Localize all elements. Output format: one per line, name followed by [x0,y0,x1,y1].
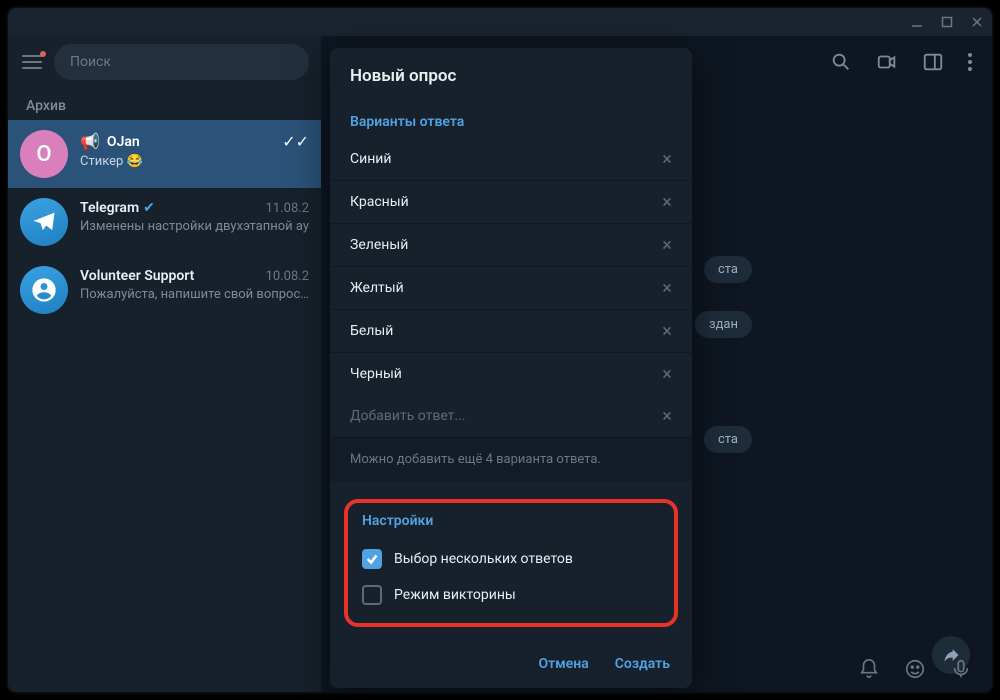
notifications-icon[interactable] [858,658,880,680]
verified-icon: ✔ [143,200,155,216]
add-option-row[interactable]: Добавить ответ... × [330,395,692,438]
chat-date: 10.08.2 [266,269,309,284]
chat-preview: Пожалуйста, напишите свой вопрос н [80,287,309,302]
emoji-icon[interactable] [904,658,926,680]
close-icon[interactable]: × [656,320,678,342]
chat-name: Volunteer Support [80,268,194,284]
avatar [20,266,68,314]
option-row[interactable]: Синий× [330,138,692,181]
settings-header: Настройки [352,505,670,537]
option-text: Синий [350,151,656,167]
chat-item-telegram[interactable]: Telegram ✔ 11.08.2 Изменены настройки дв… [8,188,321,256]
option-text: Красный [350,194,656,210]
option-text: Черный [350,366,656,382]
chat-item-support[interactable]: Volunteer Support 10.08.2 Пожалуйста, на… [8,256,321,324]
chat-preview: Стикер 😂 [80,154,309,169]
close-button[interactable] [970,15,984,29]
option-row[interactable]: Желтый× [330,267,692,310]
chat-preview: Изменены настройки двухэтапной ау [80,219,309,234]
option-row[interactable]: Черный× [330,353,692,395]
archive-label[interactable]: Архив [8,88,321,120]
option-text: Желтый [350,280,656,296]
sidebar: Поиск Архив O 📢 OJan ✓✓ Стикер 😂 Telegra… [8,36,321,692]
close-icon[interactable]: × [656,148,678,170]
options-hint: Можно добавить ещё 4 варианта ответа. [330,438,692,481]
option-row[interactable]: Зеленый× [330,224,692,267]
close-icon[interactable]: × [656,363,678,385]
checkbox[interactable] [362,549,382,569]
search-input[interactable]: Поиск [54,44,309,80]
new-poll-modal: Новый опрос Варианты ответа Синий×Красны… [330,48,692,688]
maximize-button[interactable] [940,15,954,29]
setting-row[interactable]: Режим викторины [352,573,670,609]
minimize-button[interactable] [910,15,924,29]
add-option-placeholder: Добавить ответ... [350,408,656,424]
option-row[interactable]: Красный× [330,181,692,224]
avatar: O [20,130,68,178]
checkbox[interactable] [362,585,382,605]
options-header: Варианты ответа [330,100,692,138]
video-icon[interactable] [876,51,898,73]
option-text: Зеленый [350,237,656,253]
megaphone-icon: 📢 [80,132,100,151]
option-text: Белый [350,323,656,339]
close-icon[interactable]: × [656,191,678,213]
avatar [20,198,68,246]
close-icon[interactable]: × [656,234,678,256]
sidepanel-icon[interactable] [922,51,944,73]
modal-title: Новый опрос [330,48,692,100]
close-icon[interactable]: × [656,277,678,299]
setting-row[interactable]: Выбор нескольких ответов [352,537,670,573]
close-icon[interactable]: × [656,405,678,427]
message-fragment: ста [704,256,752,283]
message-fragment: ста [704,426,752,453]
menu-icon[interactable] [20,53,44,71]
option-row[interactable]: Белый× [330,310,692,353]
read-check-icon: ✓✓ [282,132,309,151]
create-button[interactable]: Создать [615,656,670,672]
window-titlebar [8,8,992,36]
mic-icon[interactable] [950,658,972,680]
chat-name: Telegram [80,200,139,216]
chat-date: 11.08.2 [266,201,309,216]
setting-label: Выбор нескольких ответов [394,551,573,567]
search-icon[interactable] [830,51,852,73]
more-icon[interactable] [968,53,972,71]
cancel-button[interactable]: Отмена [538,656,588,672]
chat-item-ojan[interactable]: O 📢 OJan ✓✓ Стикер 😂 [8,120,321,188]
chat-name: OJan [107,134,140,150]
settings-highlight: Настройки Выбор нескольких ответов Режим … [344,499,678,627]
setting-label: Режим викторины [394,587,516,603]
message-fragment: здан [695,311,752,338]
